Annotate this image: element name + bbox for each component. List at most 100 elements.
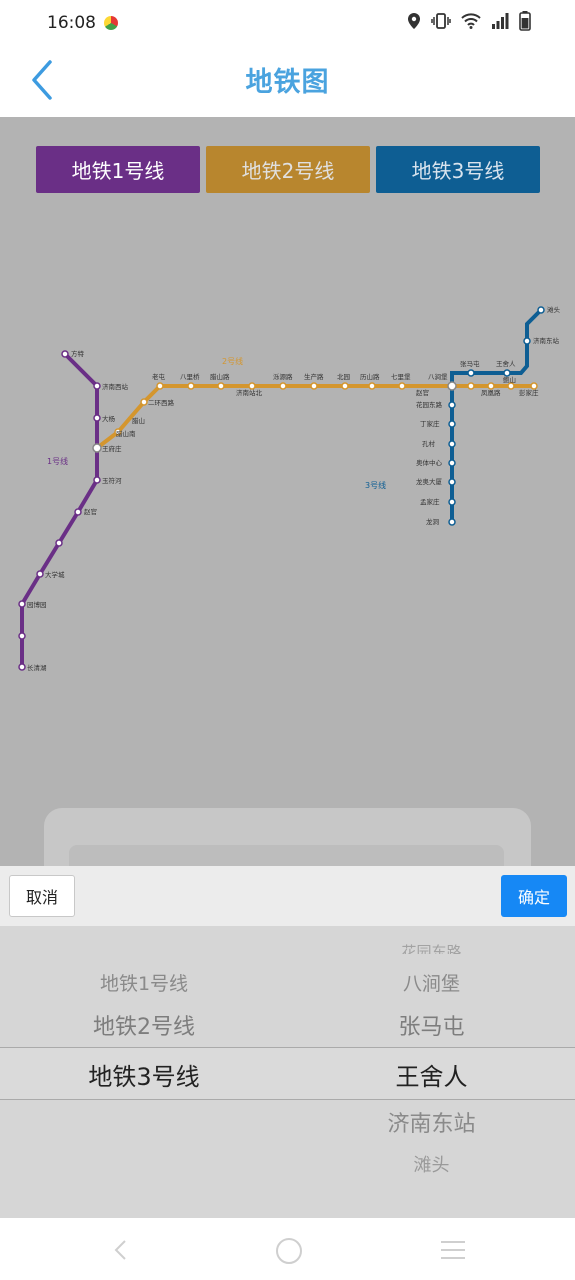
nav-menu-icon[interactable] — [440, 1240, 466, 1260]
line-option[interactable]: 地铁2号线 — [0, 1009, 288, 1041]
line-1-label: 1号线 — [47, 456, 68, 466]
page-title: 地铁图 — [245, 67, 330, 98]
station-dot — [310, 382, 318, 390]
picker-toolbar: 取消 确定 — [0, 866, 575, 926]
station-label: 奥体中心 — [416, 458, 443, 467]
line-picker-column[interactable]: 地铁1号线 地铁2号线 地铁3号线 — [0, 926, 288, 1218]
station-dot — [368, 382, 376, 390]
station-option-selected[interactable]: 王舍人 — [288, 1057, 575, 1092]
station-label: 花园东路 — [416, 400, 443, 409]
station-label: 王舍人 — [496, 359, 516, 368]
line-option[interactable]: 地铁1号线 — [0, 969, 288, 996]
station-label: 生产路 — [304, 372, 324, 381]
location-icon — [407, 12, 421, 34]
station-dot — [448, 459, 456, 467]
station-dot — [61, 350, 69, 358]
cancel-button[interactable]: 取消 — [9, 875, 75, 917]
confirm-button[interactable]: 确定 — [501, 875, 567, 917]
station-label: 老屯 — [152, 372, 166, 381]
station-label: 凤凰路 — [481, 388, 501, 397]
station-dot — [398, 382, 406, 390]
status-time: 16:08 — [47, 13, 96, 33]
picker-wheels: 地铁1号线 地铁2号线 地铁3号线 花园东路 八涧堡 张马屯 王舍人 济南东站 … — [0, 926, 575, 1218]
signal-icon — [491, 13, 509, 33]
status-bar: 16:08 — [0, 0, 575, 46]
station-label: 腊山路 — [210, 372, 230, 381]
interchange-dot — [447, 381, 457, 391]
station-label: 大学城 — [45, 570, 65, 579]
nav-back-icon[interactable] — [110, 1238, 134, 1262]
station-label: 大杨 — [102, 414, 116, 423]
station-dot — [448, 498, 456, 506]
station-dot — [448, 478, 456, 486]
station-dot — [523, 337, 531, 345]
station-option[interactable]: 滩头 — [288, 1151, 575, 1177]
station-label: 长清湖 — [27, 663, 47, 672]
station-dot — [187, 382, 195, 390]
station-label: 北园 — [337, 373, 350, 381]
station-dot — [156, 382, 164, 390]
station-label: 济南西站 — [102, 382, 129, 391]
station-dot — [36, 570, 44, 578]
station-label: 丁家庄 — [420, 419, 440, 428]
line-2-label: 2号线 — [222, 356, 243, 366]
station-option[interactable]: 八涧堡 — [288, 969, 575, 996]
station-label: 泺源路 — [273, 372, 293, 381]
station-label: 腊山 — [132, 416, 145, 425]
station-label: 济南站北 — [236, 388, 263, 397]
battery-icon — [519, 11, 531, 35]
station-label: 方特 — [71, 349, 85, 358]
station-dot — [93, 382, 101, 390]
station-option[interactable]: 济南东站 — [288, 1106, 575, 1138]
station-label: 赵官 — [84, 507, 97, 516]
station-picker-column[interactable]: 花园东路 八涧堡 张马屯 王舍人 济南东站 滩头 — [288, 926, 575, 1218]
interchange-dot — [92, 443, 102, 453]
station-dot — [217, 382, 225, 390]
station-dot — [279, 382, 287, 390]
line-option-selected[interactable]: 地铁3号线 — [0, 1057, 288, 1092]
station-dot — [448, 401, 456, 409]
station-label: 八里桥 — [180, 372, 200, 381]
station-dot — [93, 476, 101, 484]
nav-home-icon[interactable] — [276, 1238, 302, 1264]
wifi-icon — [461, 13, 481, 33]
station-label: 腊山南 — [116, 429, 136, 438]
station-dot — [18, 663, 26, 671]
station-label: 历山路 — [360, 372, 380, 381]
line-3-label: 3号线 — [365, 480, 386, 490]
station-dot — [18, 632, 26, 640]
station-dot — [18, 600, 26, 608]
station-dot — [448, 518, 456, 526]
station-dot — [55, 539, 63, 547]
vibrate-icon — [431, 12, 451, 34]
station-label: 园博园 — [27, 600, 47, 609]
station-label: 济南东站 — [533, 336, 560, 345]
station-option[interactable]: 花园东路 — [288, 942, 575, 954]
station-label: 张马屯 — [460, 359, 480, 368]
station-dot — [448, 420, 456, 428]
station-dot — [467, 382, 475, 390]
station-dot — [74, 508, 82, 516]
station-label: 赵官 — [416, 388, 429, 397]
station-label: 孔村 — [422, 439, 436, 448]
status-icons — [407, 11, 531, 35]
station-label: 八涧堡 — [428, 372, 448, 381]
station-label: 彭家庄 — [519, 388, 539, 397]
station-dot — [93, 414, 101, 422]
metro-map[interactable]: 1号线 2号线 3号线 方特 济南西站 大杨 王府庄 玉符河 赵官 大学城 园博… — [0, 117, 575, 808]
app-header: 地铁图 — [0, 46, 575, 117]
station-label: 孟家庄 — [420, 497, 440, 506]
system-nav-bar — [0, 1218, 575, 1280]
station-label: 滩头 — [547, 305, 561, 314]
station-option[interactable]: 张马屯 — [288, 1009, 575, 1041]
station-label: 王府庄 — [102, 444, 122, 453]
station-label: 七里堡 — [391, 372, 411, 381]
station-label: 玉符河 — [102, 476, 122, 485]
station-dot — [537, 306, 545, 314]
station-dot — [467, 369, 475, 377]
station-label: 龙奥大厦 — [416, 477, 443, 486]
station-dot — [341, 382, 349, 390]
station-label: 鲍山 — [503, 375, 516, 384]
app-notification-icon — [104, 16, 118, 30]
station-label: 二环西路 — [148, 398, 175, 407]
